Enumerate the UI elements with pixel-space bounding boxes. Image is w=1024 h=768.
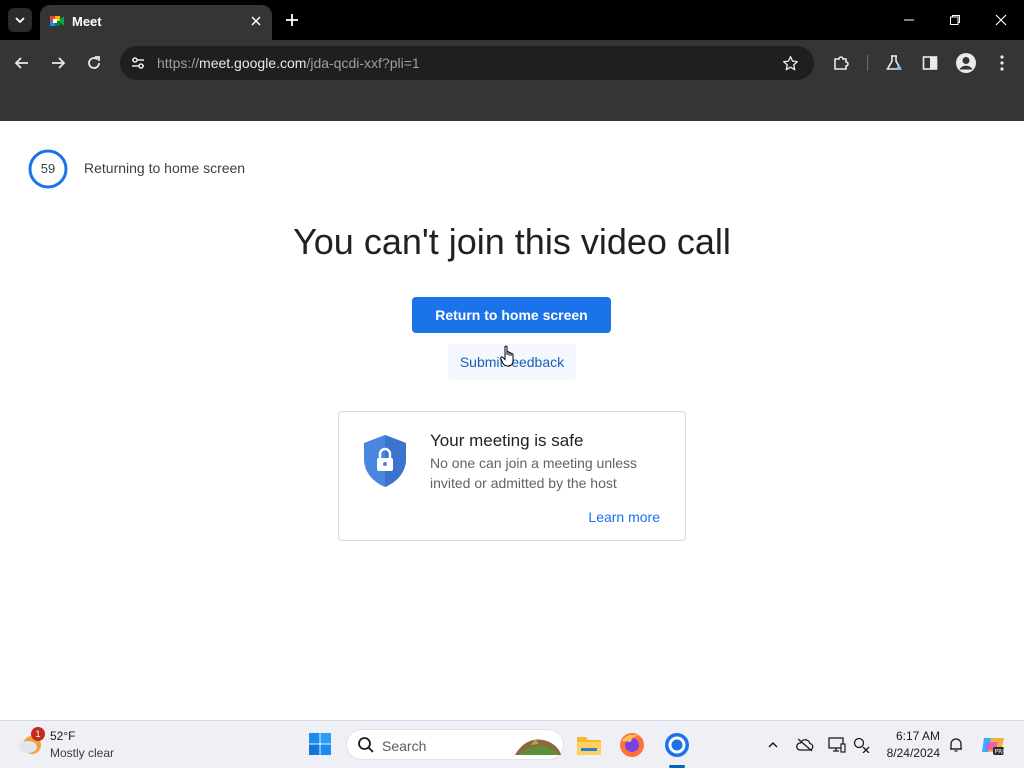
profile-icon xyxy=(956,53,976,73)
notifications-button[interactable] xyxy=(946,735,966,755)
countdown-label: Returning to home screen xyxy=(84,160,246,176)
safe-card-description: No one can join a meeting unless invited… xyxy=(430,455,638,491)
cloud-off-icon xyxy=(796,738,814,752)
return-home-button[interactable]: Return to home screen xyxy=(412,297,611,333)
url-host: meet.google.com xyxy=(199,55,307,71)
weather-badge: 1 xyxy=(31,727,45,741)
meeting-safe-card: Your meeting is safe No one can join a m… xyxy=(338,411,686,541)
minimize-icon xyxy=(904,19,914,21)
extensions-button[interactable] xyxy=(830,52,852,74)
url-scheme: https:// xyxy=(157,55,200,71)
bookmark-button[interactable] xyxy=(780,53,800,73)
shield-lock-icon xyxy=(364,435,406,487)
show-hidden-icons-button[interactable] xyxy=(763,735,783,755)
flask-icon xyxy=(886,55,902,70)
tab-meet[interactable]: Meet xyxy=(40,5,272,40)
weather-description: Mostly clear xyxy=(50,746,115,760)
screen: Meet https://meet.google.com/jda-qcdi-xx… xyxy=(0,0,1024,768)
file-explorer-icon xyxy=(577,737,601,755)
copilot-icon: PRE xyxy=(982,738,1006,756)
page-title: You can't join this video call xyxy=(293,221,731,262)
search-label: Search xyxy=(382,738,427,754)
google-meet-icon xyxy=(50,16,64,26)
firefox-icon xyxy=(620,733,644,757)
onedrive-button[interactable] xyxy=(795,735,815,755)
chevron-up-icon xyxy=(768,741,778,748)
clock-date[interactable]: 8/24/2024 xyxy=(870,746,940,760)
reload-icon xyxy=(88,56,100,69)
address-bar[interactable]: https://meet.google.com/jda-qcdi-xxf?pli… xyxy=(120,46,814,80)
network-icon xyxy=(853,737,870,753)
forward-arrow-icon xyxy=(52,57,66,69)
menu-button[interactable] xyxy=(991,52,1013,74)
weather-temperature: 52°F xyxy=(50,729,76,743)
forward-button[interactable] xyxy=(46,51,70,75)
bell-icon xyxy=(950,738,962,752)
file-explorer-button[interactable] xyxy=(575,731,603,759)
bookmarks-bar xyxy=(0,86,1024,121)
restore-button[interactable] xyxy=(943,8,967,32)
reload-button[interactable] xyxy=(82,51,106,75)
learn-more-link[interactable]: Learn more xyxy=(588,509,660,525)
network-button[interactable] xyxy=(852,735,872,755)
search-highlight-art xyxy=(515,739,561,755)
back-button[interactable] xyxy=(10,51,34,75)
tab-close-button[interactable] xyxy=(248,13,264,29)
close-icon xyxy=(995,14,1007,26)
back-arrow-icon xyxy=(14,57,28,69)
url-text: https://meet.google.com/jda-qcdi-xxf?pli… xyxy=(157,55,420,71)
copilot-button[interactable]: PRE xyxy=(980,733,1006,757)
tab-strip: Meet xyxy=(0,0,1024,40)
hand-cursor-icon xyxy=(500,345,514,367)
close-window-button[interactable] xyxy=(989,8,1013,32)
countdown-value: 59 xyxy=(40,161,56,176)
firefox-button[interactable] xyxy=(618,731,646,759)
url-path: /jda-qcdi-xxf?pli=1 xyxy=(306,55,420,71)
taskbar: 1 52°F Mostly clear Search 6:17 AM 8/24/… xyxy=(0,720,1024,768)
star-icon xyxy=(782,55,798,70)
plus-icon xyxy=(286,14,298,26)
kebab-menu-icon xyxy=(1000,55,1004,71)
browser-toolbar: https://meet.google.com/jda-qcdi-xxf?pli… xyxy=(0,40,1024,86)
side-panel-icon xyxy=(922,56,938,70)
profile-button[interactable] xyxy=(955,52,977,74)
chrome-button[interactable] xyxy=(663,731,691,759)
site-info-button[interactable] xyxy=(128,53,148,73)
side-panel-button[interactable] xyxy=(919,52,941,74)
taskbar-search[interactable]: Search xyxy=(346,729,564,760)
new-tab-button[interactable] xyxy=(282,10,302,30)
display-icon xyxy=(828,737,846,753)
tune-icon xyxy=(132,57,144,69)
labs-button[interactable] xyxy=(883,52,905,74)
clock-time[interactable]: 6:17 AM xyxy=(880,729,940,743)
start-icon[interactable] xyxy=(308,732,332,756)
countdown-timer: 59 xyxy=(28,149,68,189)
restore-icon xyxy=(950,15,960,25)
close-icon xyxy=(251,16,261,26)
minimize-button[interactable] xyxy=(897,8,921,32)
chrome-icon xyxy=(665,733,689,757)
meet-page: 59 Returning to home screen You can't jo… xyxy=(0,121,1024,720)
svg-text:PRE: PRE xyxy=(995,749,1006,756)
safe-card-title: Your meeting is safe xyxy=(430,431,584,450)
toolbar-separator xyxy=(867,55,868,71)
tab-search-button[interactable] xyxy=(8,8,32,32)
tab-title: Meet xyxy=(72,14,102,29)
display-button[interactable] xyxy=(827,735,847,755)
chevron-down-icon xyxy=(15,17,25,24)
puzzle-icon xyxy=(834,56,849,70)
search-icon xyxy=(358,737,374,753)
